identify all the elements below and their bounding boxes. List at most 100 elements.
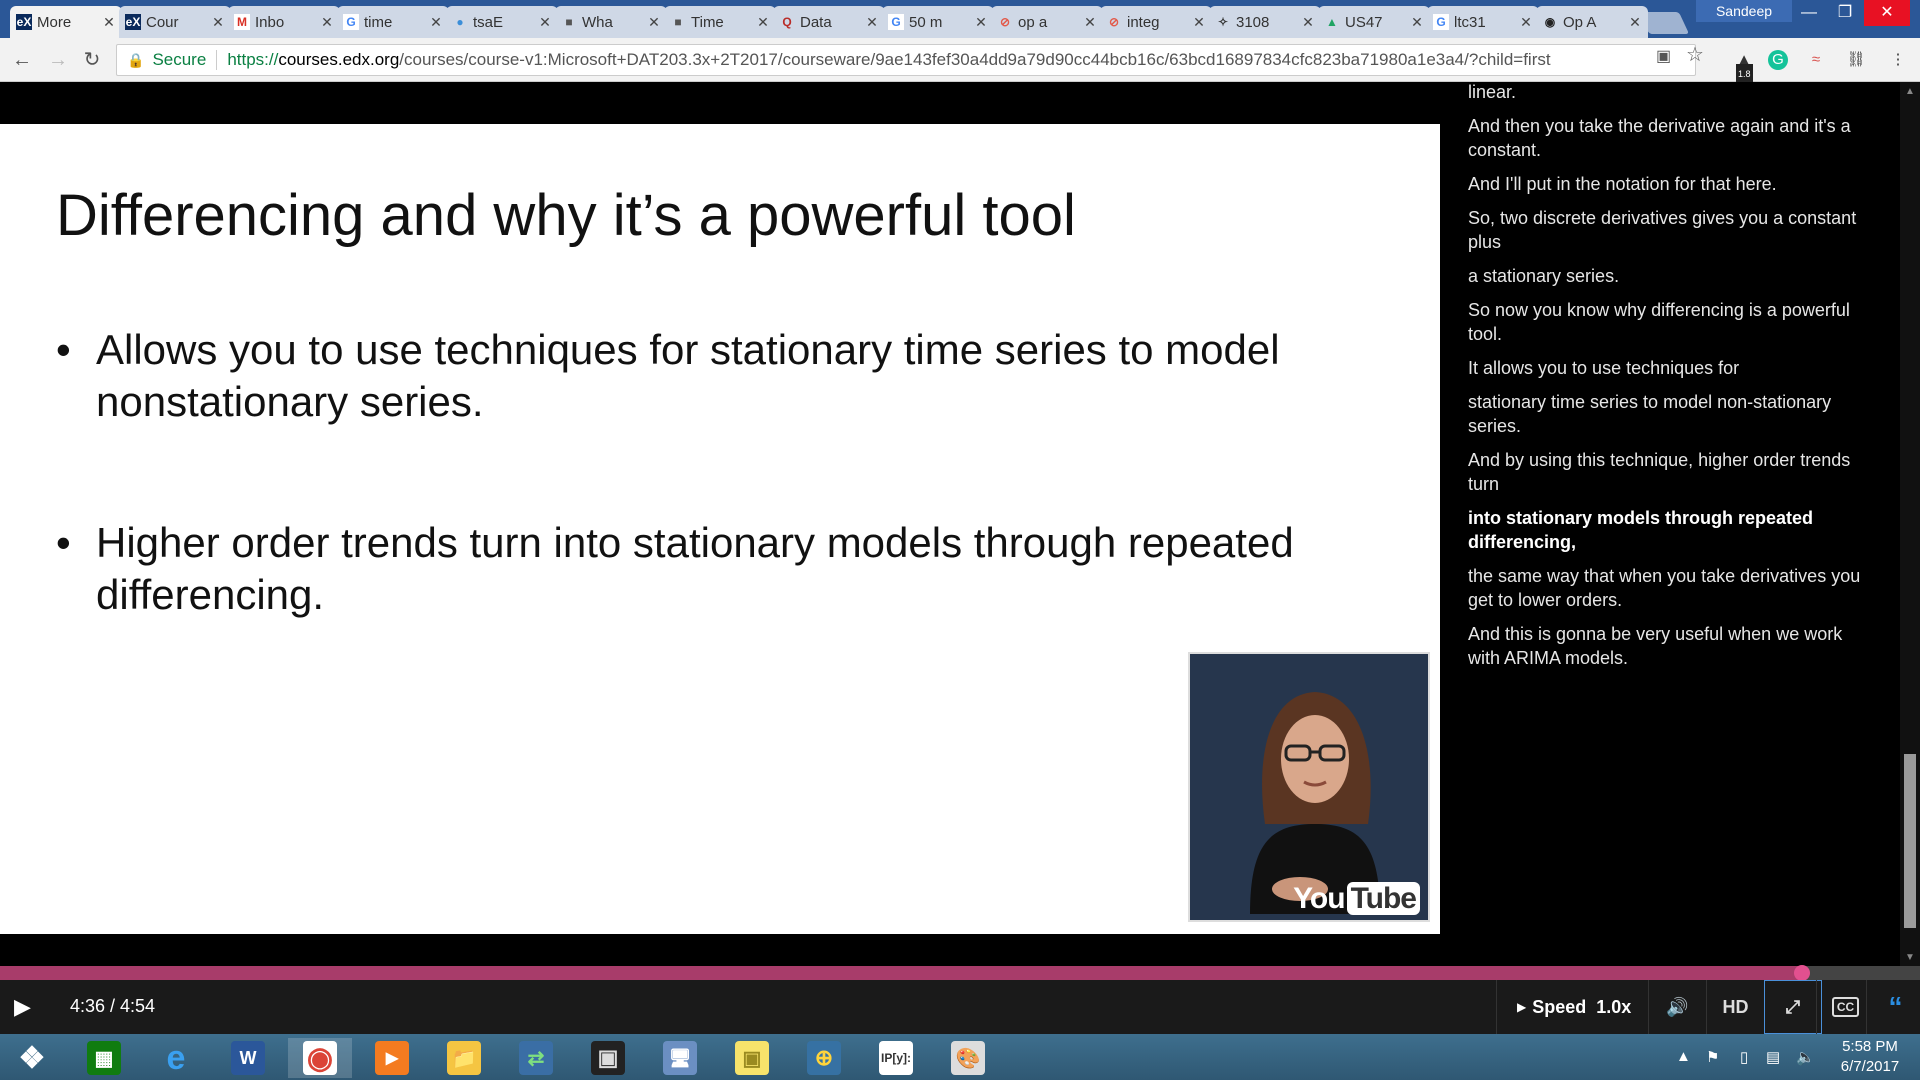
transcript-line[interactable]: It allows you to use techniques for bbox=[1468, 356, 1876, 380]
tab-close-icon[interactable]: ✕ bbox=[647, 14, 661, 31]
browser-tab[interactable]: ◉ Op A ✕ bbox=[1536, 6, 1648, 38]
tab-close-icon[interactable]: ✕ bbox=[1192, 14, 1206, 31]
tab-close-icon[interactable]: ✕ bbox=[1083, 14, 1097, 31]
tab-close-icon[interactable]: ✕ bbox=[756, 14, 770, 31]
close-window-button[interactable]: ✕ bbox=[1864, 0, 1910, 26]
taskbar-app[interactable]: 🎨 bbox=[936, 1038, 1000, 1078]
quora-icon: Q bbox=[782, 15, 792, 29]
ipython-icon: IP[y]: bbox=[879, 1041, 913, 1075]
video-progress-bar[interactable] bbox=[0, 965, 1920, 981]
taskbar-app[interactable]: e bbox=[144, 1038, 208, 1078]
taskbar-app[interactable]: ▣ bbox=[576, 1038, 640, 1078]
browser-tab[interactable]: Gtime ✕ bbox=[337, 6, 449, 38]
transcript-line[interactable]: the same way that when you take derivati… bbox=[1468, 564, 1876, 612]
taskbar-app[interactable]: ⊕ bbox=[792, 1038, 856, 1078]
scroll-up-arrow[interactable]: ▲ bbox=[1904, 86, 1916, 98]
profile-button[interactable]: Sandeep bbox=[1696, 0, 1792, 22]
speed-value: 1.0x bbox=[1596, 996, 1632, 1017]
progress-handle[interactable] bbox=[1794, 965, 1811, 981]
tab-close-icon[interactable]: ✕ bbox=[102, 14, 116, 31]
tab-close-icon[interactable]: ✕ bbox=[211, 14, 225, 31]
slide-bullet-2: • Higher order trends turn into stationa… bbox=[56, 517, 1376, 621]
tab-close-icon[interactable]: ✕ bbox=[1410, 14, 1424, 31]
tab-close-icon[interactable]: ✕ bbox=[974, 14, 988, 31]
browser-tab[interactable]: ⊘ integ ✕ bbox=[1100, 6, 1212, 38]
bookmark-star-icon[interactable]: ☆ bbox=[1686, 42, 1704, 67]
extension-wave-icon[interactable]: ≈ bbox=[1806, 50, 1826, 70]
tab-close-icon[interactable]: ✕ bbox=[538, 14, 552, 31]
extension-icon[interactable]: ▲ 1.8 bbox=[1734, 50, 1754, 84]
scroll-down-arrow[interactable]: ▼ bbox=[1904, 952, 1916, 964]
tab-close-icon[interactable]: ✕ bbox=[429, 14, 443, 31]
maximize-button[interactable]: ❐ bbox=[1822, 0, 1868, 26]
taskbar-app[interactable]: ▣ bbox=[720, 1038, 784, 1078]
forward-button[interactable]: → bbox=[46, 48, 70, 72]
tab-title: More bbox=[37, 13, 72, 31]
taskbar-app[interactable]: IP[y]: bbox=[864, 1038, 928, 1078]
grammarly-icon[interactable]: G bbox=[1768, 50, 1788, 70]
tab-close-icon[interactable]: ✕ bbox=[1301, 14, 1315, 31]
browser-tab[interactable]: eX Cour ✕ bbox=[119, 6, 231, 38]
transcript-line-current[interactable]: into stationary models through repeated … bbox=[1468, 506, 1876, 554]
transcript-line[interactable]: stationary time series to model non-stat… bbox=[1468, 390, 1876, 438]
transcript-line[interactable]: And by using this technique, higher orde… bbox=[1468, 448, 1876, 496]
scrollbar-thumb[interactable] bbox=[1904, 754, 1916, 928]
browser-tab[interactable]: ● tsaE ✕ bbox=[446, 6, 558, 38]
taskbar-app[interactable]: 🖥 bbox=[648, 1038, 712, 1078]
browser-tab[interactable]: G 50 m ✕ bbox=[882, 6, 994, 38]
action-center-flag-icon[interactable]: ⚑ bbox=[1706, 1048, 1719, 1066]
transcript-line[interactable]: So, two discrete derivatives gives you a… bbox=[1468, 206, 1876, 254]
speed-control[interactable]: ▶ Speed 1.0x bbox=[1496, 980, 1651, 1034]
transcript-panel: linear. And then you take the derivative … bbox=[1440, 82, 1900, 962]
transcript-line[interactable]: linear. bbox=[1468, 82, 1876, 104]
browser-tab[interactable]: ■ Time ✕ bbox=[664, 6, 776, 38]
video-slide[interactable]: Differencing and why it’s a powerful too… bbox=[0, 124, 1440, 934]
chrome-menu-icon[interactable]: ⋮ bbox=[1888, 50, 1908, 70]
tab-close-icon[interactable]: ✕ bbox=[865, 14, 879, 31]
transcript-toggle-button[interactable]: “ bbox=[1866, 980, 1920, 1034]
network-signal-icon[interactable]: ▤ bbox=[1766, 1048, 1780, 1066]
play-button[interactable]: ▶ bbox=[14, 994, 38, 1020]
back-button[interactable]: ← bbox=[10, 48, 34, 72]
browser-tab[interactable]: ■ Wha ✕ bbox=[555, 6, 667, 38]
transcript-line[interactable]: And I'll put in the notation for that he… bbox=[1468, 172, 1876, 196]
transcript-line[interactable]: So now you know why differencing is a po… bbox=[1468, 298, 1876, 346]
shield-icon[interactable]: ⛓ bbox=[1846, 50, 1866, 70]
taskbar-app[interactable]: ▶ bbox=[360, 1038, 424, 1078]
hd-button[interactable]: HD bbox=[1706, 980, 1764, 1034]
browser-tab[interactable]: ⊘ op a ✕ bbox=[991, 6, 1103, 38]
taskbar-app[interactable]: 📁 bbox=[432, 1038, 496, 1078]
taskbar-app[interactable]: ⇄ bbox=[504, 1038, 568, 1078]
google-icon: G bbox=[1433, 14, 1449, 30]
reload-button[interactable]: ↻ bbox=[80, 48, 104, 72]
transcript-line[interactable]: And then you take the derivative again a… bbox=[1468, 114, 1876, 162]
tab-title: 3108 bbox=[1236, 13, 1270, 31]
system-clock[interactable]: 5:58 PM 6/7/2017 bbox=[1826, 1037, 1914, 1077]
browser-tab[interactable]: eX More ✕ bbox=[10, 6, 122, 38]
taskbar-app[interactable]: ▦ bbox=[72, 1038, 136, 1078]
translate-icon[interactable]: ▣ bbox=[1656, 46, 1671, 66]
tab-close-icon[interactable]: ✕ bbox=[320, 14, 334, 31]
transcript-scrollbar[interactable]: ▲ ▼ bbox=[1900, 82, 1920, 968]
browser-tab[interactable]: Q Data ✕ bbox=[773, 6, 885, 38]
bullet-dot: • bbox=[56, 519, 71, 566]
tab-close-icon[interactable]: ✕ bbox=[1519, 14, 1533, 31]
transcript-line[interactable]: a stationary series. bbox=[1468, 264, 1876, 288]
browser-tab[interactable]: Gltc31 ✕ bbox=[1427, 6, 1539, 38]
battery-icon[interactable]: ▯ bbox=[1740, 1048, 1748, 1066]
browser-tab[interactable]: ▲ US47 ✕ bbox=[1318, 6, 1430, 38]
browser-tab[interactable]: ✧ 3108 ✕ bbox=[1209, 6, 1321, 38]
presenter-figure bbox=[1250, 692, 1380, 914]
volume-button[interactable]: 🔊 bbox=[1648, 980, 1706, 1034]
extension-badge: 1.8 bbox=[1736, 64, 1753, 84]
address-bar[interactable]: 🔒 Secure https://courses.edx.org/courses… bbox=[116, 44, 1696, 76]
browser-tab[interactable]: M Inbo ✕ bbox=[228, 6, 340, 38]
taskbar-app[interactable]: W bbox=[216, 1038, 280, 1078]
taskbar-app[interactable]: ❖ bbox=[0, 1038, 64, 1078]
speaker-icon[interactable]: 🔈 bbox=[1796, 1048, 1815, 1066]
taskbar-app[interactable]: ◉ bbox=[288, 1038, 352, 1078]
tray-expand-icon[interactable]: ▲ bbox=[1676, 1048, 1691, 1065]
tab-close-icon[interactable]: ✕ bbox=[1628, 14, 1642, 31]
transcript-line[interactable]: And this is gonna be very useful when we… bbox=[1468, 622, 1876, 670]
exit-fullscreen-button[interactable]: ⤢ bbox=[1764, 980, 1822, 1034]
